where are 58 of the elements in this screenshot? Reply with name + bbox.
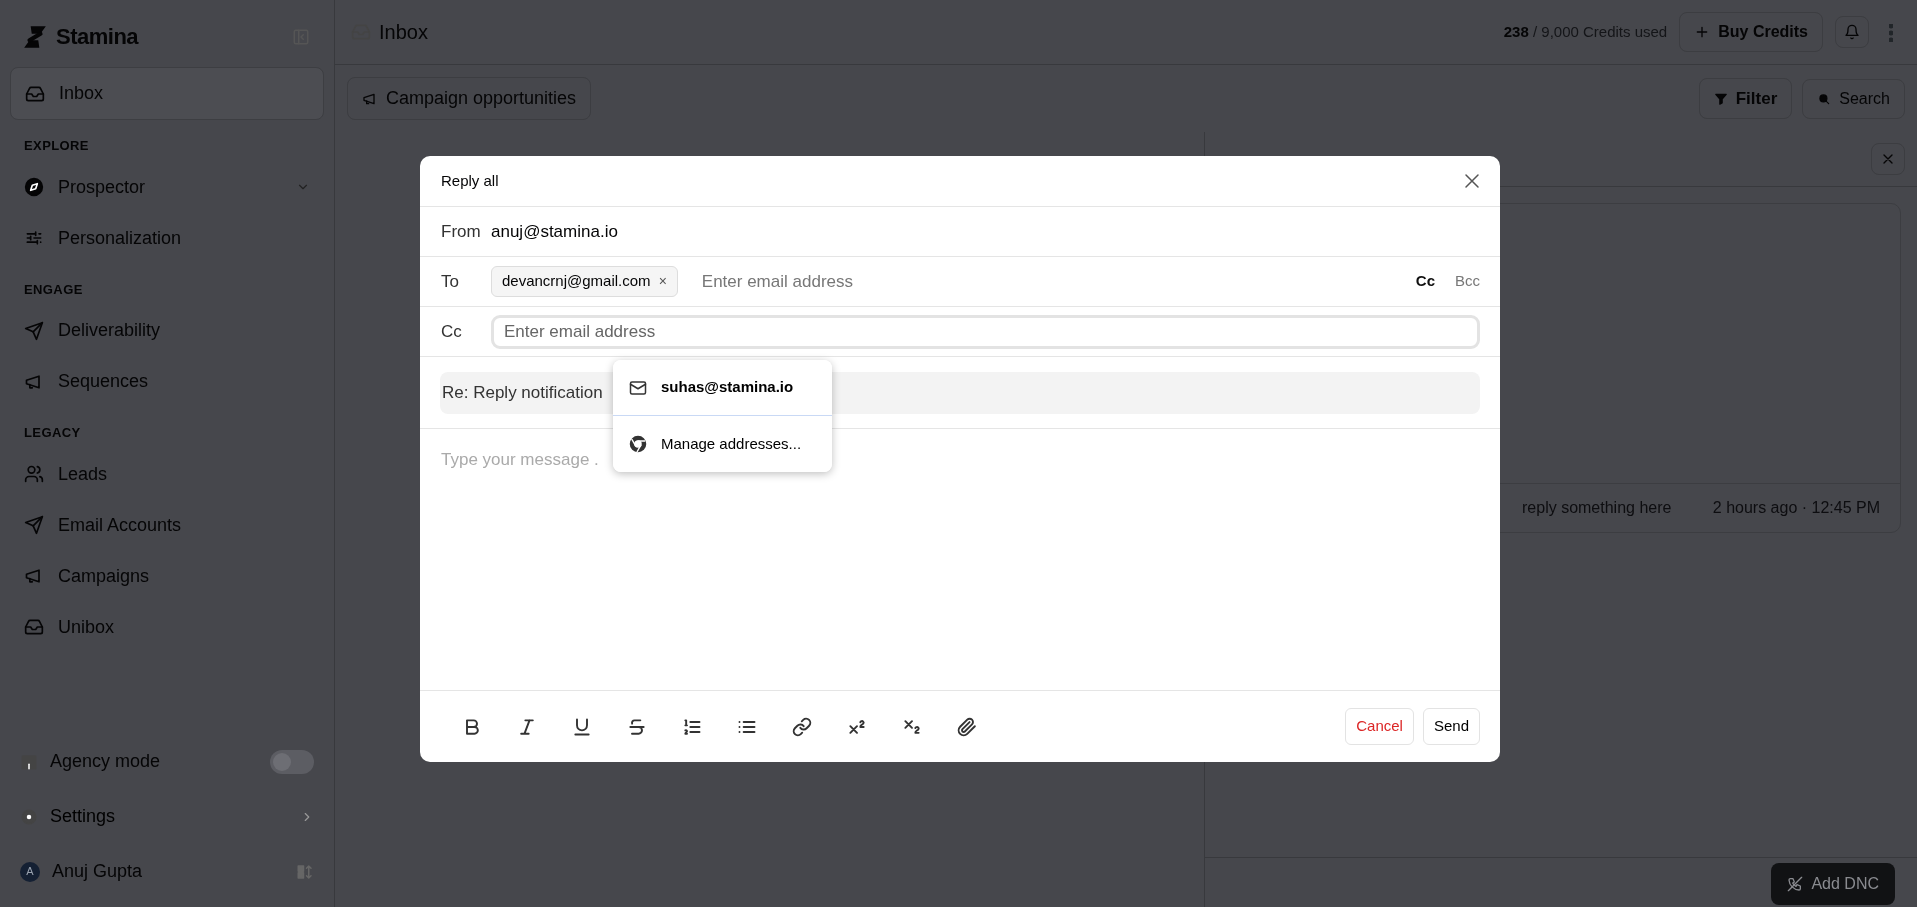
browser-icon [629,435,647,453]
mail-icon [629,378,647,397]
nav-item[interactable]: Personalization [10,212,324,264]
cc-address-field[interactable]: Enter email address [491,314,1480,349]
message-time: 2 hours ago · 12:45 PM [1712,498,1880,518]
to-label: To [441,270,460,293]
section-heading: ENGAGE [23,280,84,299]
message-snippet: reply something here [1522,498,1672,518]
cc-label: Cc [441,320,463,343]
recipient-chip: devancrnj@gmail.com × [491,266,678,297]
switch-account-icon [296,862,314,881]
nav-item[interactable]: Campaigns [10,550,324,602]
nav-item[interactable]: Email Accounts [10,499,324,551]
nav-item[interactable]: Inbox [10,67,324,120]
to-address-field[interactable]: Enter email address [699,267,1396,296]
section-heading: LEGACY [23,424,82,442]
filter-button[interactable]: Filter [1698,77,1793,120]
section-heading: EXPLORE [23,137,90,155]
search-icon [1817,91,1832,106]
agency-mode-label: Agency mode [50,750,161,773]
compass-icon [24,177,44,197]
user-name: Anuj Gupta [52,860,144,883]
inbox-icon [24,617,44,637]
users-icon [24,464,44,484]
add-dnc-button[interactable]: Add DNC [1771,863,1895,905]
send-button[interactable]: Send [1422,708,1480,745]
link-icon [791,716,812,737]
address-suggestion[interactable]: suhas@stamina.io [613,360,832,416]
copy-toggle[interactable]: Bcc [1449,270,1480,293]
numbered-list-icon [681,716,702,737]
more-icon [1889,23,1893,42]
nav-item[interactable]: Leads [10,448,324,500]
agency-mode-toggle[interactable] [270,749,314,774]
paper-plane-icon [24,515,44,535]
remove-recipient-button[interactable]: × [658,271,667,292]
buy-credits-button[interactable]: Buy Credits [1679,12,1823,52]
avatar: A [20,861,40,882]
copy-toggle[interactable]: Cc [1409,270,1435,293]
nav-item[interactable]: Deliverability [10,305,324,356]
sender-address: anuj@stamina.io [491,220,618,243]
sliders-icon [24,228,44,248]
cancel-button[interactable]: Cancel [1345,708,1414,745]
dialog-title: Reply all [441,170,499,191]
nav-item[interactable]: Sequences [10,356,324,407]
campaign-selector[interactable]: Campaign opportunities [347,77,592,120]
nav-item[interactable]: Prospector [10,161,324,213]
filter-icon [1713,91,1728,106]
search-button[interactable]: Search [1802,78,1905,119]
underline-icon [571,716,592,737]
settings-link[interactable]: Settings [10,791,324,842]
page-title: Inbox [379,20,428,45]
paperclip-icon [956,716,977,737]
phone-off-icon [1787,876,1804,892]
nav-item[interactable]: Unibox [10,601,324,653]
bell-icon [1844,24,1860,40]
logo-icon [22,23,48,50]
brand-name: Stamina [56,23,139,51]
paper-plane-icon [24,320,44,341]
